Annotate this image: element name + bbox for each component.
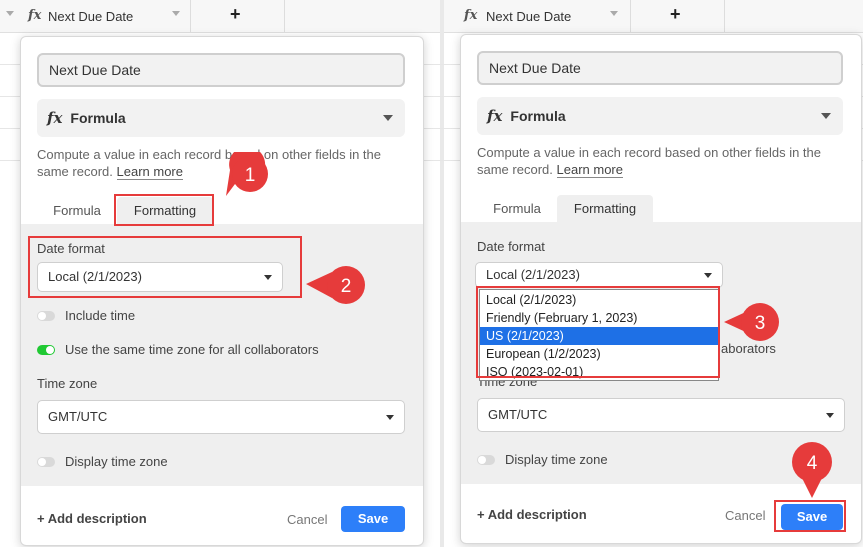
formula-icon: fx (28, 8, 42, 23)
plus-icon: + (670, 4, 681, 24)
time-zone-label: Time zone (37, 376, 98, 391)
field-type-select[interactable]: fx Formula (37, 99, 405, 137)
highlight-date-format (28, 236, 302, 298)
chevron-down-icon (386, 415, 394, 420)
add-column-button[interactable]: + (630, 0, 725, 32)
display-time-zone-toggle[interactable] (37, 457, 55, 467)
grid-header: fx Next Due Date + (0, 0, 440, 33)
include-time-toggle[interactable] (37, 311, 55, 321)
svg-text:4: 4 (807, 453, 818, 474)
same-time-zone-toggle[interactable] (37, 345, 55, 355)
field-type-select[interactable]: fx Formula (477, 97, 843, 135)
chevron-down-icon (821, 113, 831, 119)
formula-icon: fx (464, 8, 478, 23)
include-time-label: Include time (65, 308, 136, 323)
formula-icon: fx (487, 107, 503, 125)
add-description-button[interactable]: + Add description (37, 511, 147, 526)
field-name-input[interactable]: Next Due Date (477, 51, 843, 85)
column-header-label: Next Due Date (48, 9, 134, 24)
time-zone-select[interactable]: GMT/UTC (477, 398, 845, 432)
callout-marker-3: 3 (724, 303, 779, 341)
chevron-down-icon (383, 115, 393, 121)
highlight-formatting-tab (114, 194, 214, 226)
column-header-next-due-date[interactable]: fx Next Due Date (18, 0, 191, 32)
plus-icon: + (230, 4, 241, 24)
learn-more-link[interactable]: Learn more (116, 164, 183, 180)
tab-formula[interactable]: Formula (477, 195, 557, 223)
svg-text:1: 1 (245, 165, 256, 186)
add-column-button[interactable]: + (190, 0, 285, 32)
field-type-label: Formula (70, 110, 126, 126)
highlight-date-format-options (476, 286, 720, 378)
chevron-down-icon[interactable] (172, 11, 180, 16)
chevron-down-icon[interactable] (610, 11, 618, 16)
grid-header: fx Next Due Date + (444, 0, 863, 33)
svg-text:2: 2 (341, 276, 352, 297)
field-description: Compute a value in each record based on … (477, 145, 821, 178)
callout-marker-1: 1 (226, 152, 268, 196)
save-button[interactable]: Save (341, 506, 405, 532)
same-time-zone-label: Use the same time zone for all collabora… (65, 342, 319, 357)
chevron-down-icon (826, 413, 834, 418)
field-name-input[interactable]: Next Due Date (37, 53, 405, 87)
date-format-label: Date format (477, 239, 545, 254)
add-description-button[interactable]: + Add description (477, 507, 587, 522)
time-zone-value: GMT/UTC (488, 407, 548, 422)
date-format-select[interactable]: Local (2/1/2023) (475, 262, 723, 288)
field-type-label: Formula (510, 108, 566, 124)
display-time-zone-toggle[interactable] (477, 455, 495, 465)
cancel-button[interactable]: Cancel (287, 512, 327, 527)
right-screenshot: fx Next Due Date + Next Due Date fx Formu… (440, 0, 863, 547)
callout-marker-4: 4 (792, 442, 832, 498)
column-header-label: Next Due Date (486, 9, 572, 24)
tab-formula[interactable]: Formula (37, 197, 117, 225)
learn-more-link[interactable]: Learn more (556, 162, 623, 178)
display-time-zone-label: Display time zone (65, 454, 168, 469)
time-zone-value: GMT/UTC (48, 409, 108, 424)
svg-text:3: 3 (755, 313, 766, 334)
display-time-zone-label: Display time zone (505, 452, 608, 467)
left-screenshot: fx Next Due Date + Next Due Date fx Formu… (0, 0, 440, 547)
callout-marker-2: 2 (306, 266, 365, 304)
time-zone-select[interactable]: GMT/UTC (37, 400, 405, 434)
column-header-next-due-date[interactable]: fx Next Due Date (458, 0, 631, 32)
date-format-value: Local (2/1/2023) (486, 267, 580, 282)
chevron-down-icon[interactable] (6, 11, 14, 16)
highlight-save-button (774, 500, 846, 532)
cancel-button[interactable]: Cancel (725, 508, 765, 523)
formula-icon: fx (47, 109, 63, 127)
tab-formatting[interactable]: Formatting (557, 195, 653, 223)
chevron-down-icon (704, 273, 712, 278)
